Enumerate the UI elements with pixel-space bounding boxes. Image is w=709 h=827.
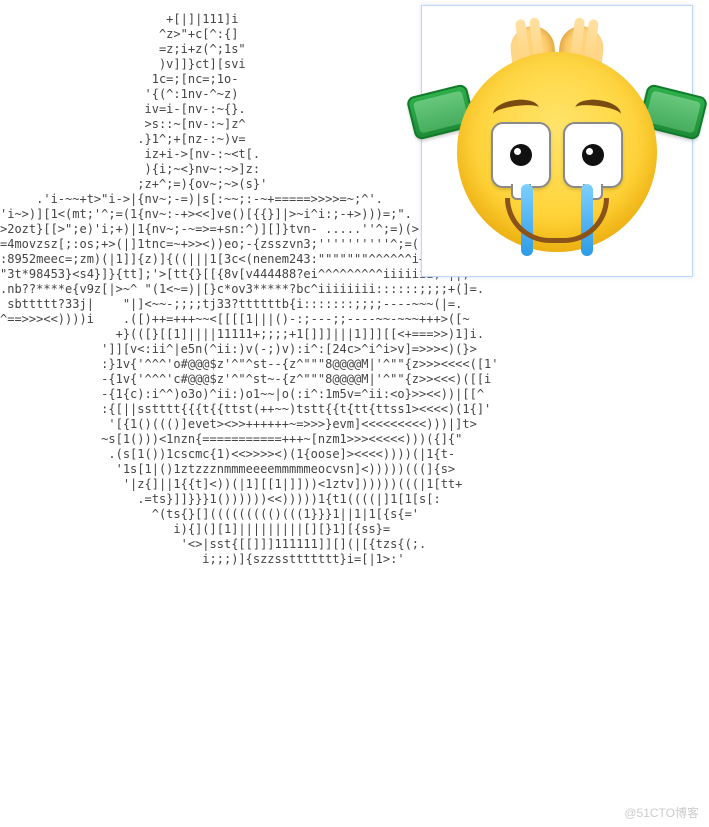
image-root: +[|]|111]i ^z>"+c[^:{] =z;i+z(^;1s" )v]]… [0, 0, 709, 827]
watermark-text: @51CTO博客 [624, 804, 699, 821]
left-eye-icon [491, 122, 551, 188]
emoji [422, 6, 692, 276]
right-eye-icon [563, 122, 623, 188]
emoji-box [421, 5, 693, 277]
face-icon [457, 52, 657, 252]
